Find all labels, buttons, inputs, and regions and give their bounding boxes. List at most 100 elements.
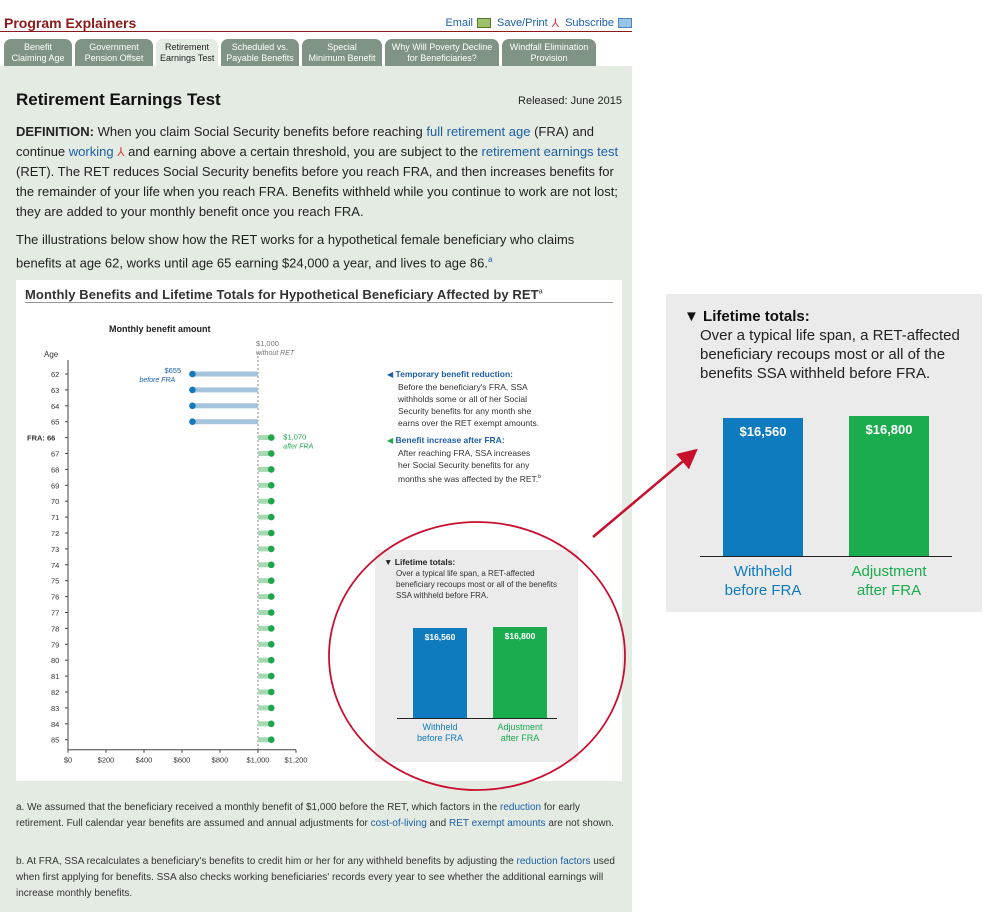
annotation-heading-text: Benefit increase after FRA: <box>395 435 505 445</box>
point-label-increased: $1,070 <box>283 433 306 442</box>
tab-label[interactable]: Earnings Test <box>160 53 214 64</box>
retirement-earnings-test-link[interactable]: retirement earnings test <box>482 144 619 159</box>
benefit-point <box>268 529 275 537</box>
x-tick-label: $400 <box>136 756 153 765</box>
age-tick-label: 83 <box>51 704 59 713</box>
lifetime-totals-zoom: ▼ Lifetime totals: Over a typical life s… <box>666 294 982 612</box>
email-label[interactable]: Email <box>445 17 473 29</box>
tab-label[interactable]: Why Will Poverty Decline <box>389 42 495 53</box>
footnote-ref[interactable]: a <box>488 255 492 264</box>
category-label-line: after FRA <box>856 582 922 599</box>
annotation-line: months she was affected by the RET.b <box>398 471 541 485</box>
age-tick-label: FRA: 66 <box>27 434 55 443</box>
tab-label[interactable]: Pension Offset <box>79 53 149 64</box>
tab-label[interactable]: Payable Benefits <box>225 53 295 64</box>
footnote-b: b. At FRA, SSA recalculates a beneficiar… <box>16 854 622 902</box>
tab-label[interactable]: Benefit <box>8 42 68 53</box>
lifetime-totals-title: Lifetime totals: <box>394 557 456 567</box>
tab-label[interactable]: Scheduled vs. <box>225 42 295 53</box>
tab-special[interactable]: Special Minimum Benefit <box>302 39 382 66</box>
triangle-down-icon: ▼ <box>384 557 393 567</box>
benefit-point <box>268 513 275 521</box>
save-print-label[interactable]: Save/Print <box>497 17 548 29</box>
full-retirement-age-link[interactable]: full retirement age <box>426 124 530 139</box>
subscribe-link[interactable]: Subscribe <box>565 17 632 29</box>
benefit-point <box>268 609 275 616</box>
lifetime-totals-heading: ▼ Lifetime totals: <box>684 308 810 325</box>
ret-exempt-amounts-link[interactable]: RET exempt amounts <box>449 818 546 829</box>
age-tick-label: 75 <box>51 577 59 586</box>
age-tick-label: 68 <box>51 465 59 474</box>
withheld-bar: $16,560 <box>413 628 467 718</box>
annotation-reduction: ◀ Temporary benefit reduction: Before th… <box>387 368 539 429</box>
benefit-point <box>189 370 196 378</box>
envelope-icon[interactable] <box>618 18 632 28</box>
category-label-line: Withheld <box>422 722 458 732</box>
email-icon[interactable] <box>476 18 491 28</box>
age-tick-label: 81 <box>51 672 59 681</box>
annotation-body: Before the beneficiary's FRA, SSA withho… <box>387 381 539 429</box>
benefit-point <box>268 450 275 457</box>
age-tick-label: 62 <box>51 370 59 379</box>
benefit-bar <box>192 371 258 377</box>
tab-label[interactable]: Special <box>306 42 378 53</box>
lifetime-totals-heading: ▼ Lifetime totals: <box>384 557 455 567</box>
benefit-point <box>268 482 275 489</box>
working-link[interactable]: working <box>69 144 114 159</box>
benefit-point <box>268 466 275 473</box>
age-tick-label: 77 <box>51 609 59 618</box>
chart-subtitle: Monthly benefit amount <box>109 324 211 334</box>
age-tick-label: 85 <box>51 736 59 745</box>
adjustment-bar: $16,800 <box>849 415 929 556</box>
benefit-point <box>189 418 196 425</box>
definition-text: When you claim Social Security benefits … <box>94 124 427 139</box>
lifetime-totals-title: Lifetime totals: <box>703 308 810 325</box>
save-print-link[interactable]: Save/Print ⅄ <box>497 16 559 30</box>
subscribe-label[interactable]: Subscribe <box>565 17 614 29</box>
baseline <box>700 556 952 557</box>
tab-windfall-elimination[interactable]: Windfall Elimination Provision <box>502 39 596 66</box>
benefit-point <box>189 386 196 394</box>
age-tick-label: 76 <box>51 593 59 602</box>
tab-label[interactable]: Windfall Elimination <box>506 42 592 53</box>
pdf-icon[interactable]: ⅄ <box>552 16 559 30</box>
age-tick-label: 72 <box>51 529 59 538</box>
illustration-text: The illustrations below show how the RET… <box>16 232 575 271</box>
tab-label[interactable]: Claiming Age <box>8 53 68 64</box>
tab-label[interactable]: Retirement <box>160 42 214 53</box>
tab-label[interactable]: Government <box>79 42 149 53</box>
x-tick-label: $1,200 <box>285 756 308 765</box>
cost-of-living-link[interactable]: cost-of-living <box>371 818 427 829</box>
reduction-link[interactable]: reduction <box>500 802 541 813</box>
annotation-body: After reaching FRA, SSA increases her So… <box>387 447 541 485</box>
adjustment-label: Adjustment after FRA <box>485 722 555 744</box>
age-tick-label: 84 <box>51 720 59 729</box>
illustration-paragraph: The illustrations below show how the RET… <box>16 230 622 273</box>
benefit-point <box>268 593 275 600</box>
tab-why-will-poverty-decline[interactable]: Why Will Poverty Decline for Beneficiarie… <box>385 39 499 66</box>
age-tick-label: 79 <box>51 640 59 649</box>
y-axis-label: Age <box>44 350 59 359</box>
x-tick-label: $0 <box>64 756 72 765</box>
email-link[interactable]: Email <box>445 17 491 29</box>
benefit-point <box>268 720 275 728</box>
tab-benefit[interactable]: Benefit Claiming Age <box>4 39 72 66</box>
footnote-a: a. We assumed that the beneficiary recei… <box>16 800 622 832</box>
category-label-line: after FRA <box>500 733 540 743</box>
tab-government[interactable]: Government Pension Offset <box>75 39 153 66</box>
adjustment-label: Adjustment after FRA <box>834 562 944 600</box>
tab-label[interactable]: for Beneficiaries? <box>389 53 495 64</box>
pdf-icon[interactable]: ⅄ <box>117 145 124 159</box>
definition-paragraph: DEFINITION: When you claim Social Securi… <box>16 122 622 222</box>
age-tick-label: 69 <box>51 481 59 490</box>
annotation-heading: ◀ Benefit increase after FRA: <box>387 434 541 447</box>
age-tick-label: 74 <box>51 561 59 570</box>
tab-label[interactable]: Minimum Benefit <box>306 53 378 64</box>
reduction-factors-link[interactable]: reduction factors <box>517 856 591 867</box>
footnote-text: are not shown. <box>545 818 614 829</box>
tab-label[interactable]: Provision <box>506 53 592 64</box>
tab-retirement[interactable]: Retirement Earnings Test <box>156 39 218 66</box>
category-label-line: before FRA <box>724 582 802 599</box>
x-tick-label: $1,000 <box>247 756 270 765</box>
tab-scheduled-vs[interactable]: Scheduled vs. Payable Benefits <box>221 39 299 66</box>
